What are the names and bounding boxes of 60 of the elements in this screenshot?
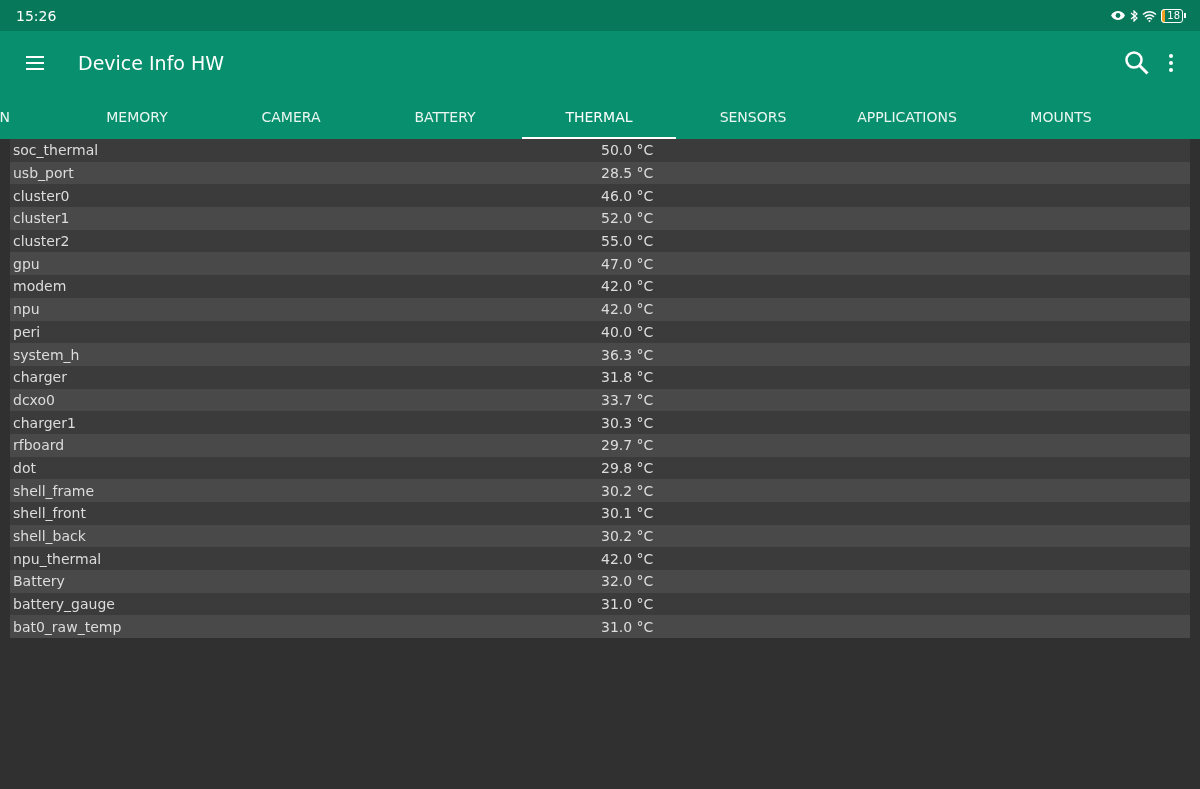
sensor-name: rfboard xyxy=(12,437,66,454)
temperature-value: 47.0 °C xyxy=(601,255,654,272)
temperature-value: 32.0 °C xyxy=(601,573,654,590)
search-button[interactable] xyxy=(1124,50,1150,76)
sensor-name: shell_front xyxy=(12,505,87,522)
sensor-name: npu_thermal xyxy=(12,550,103,567)
eye-icon xyxy=(1110,10,1127,21)
sensor-name: charger xyxy=(12,369,68,386)
temperature-value: 42.0 °C xyxy=(601,278,654,295)
temperature-value: 55.0 °C xyxy=(601,233,654,250)
tab[interactable]: SENSORS xyxy=(676,95,830,139)
bluetooth-icon xyxy=(1130,9,1139,22)
temperature-value: 42.0 °C xyxy=(601,301,654,318)
menu-button[interactable] xyxy=(24,54,46,72)
sensor-name: shell_frame xyxy=(12,482,96,499)
temperature-value: 46.0 °C xyxy=(601,187,654,204)
sensor-name: usb_port xyxy=(12,165,75,182)
temperature-value: 50.0 °C xyxy=(601,142,654,159)
temperature-value: 30.3 °C xyxy=(601,414,654,431)
temperature-value: 31.0 °C xyxy=(601,618,654,635)
sensor-name: dot xyxy=(12,459,37,476)
sensor-name: cluster1 xyxy=(12,210,71,227)
sensor-name: gpu xyxy=(12,255,41,272)
temperature-value: 30.1 °C xyxy=(601,505,654,522)
tab[interactable]: CAMERA xyxy=(214,95,368,139)
sensor-name: bat0_raw_temp xyxy=(12,618,123,635)
wifi-icon xyxy=(1142,9,1158,22)
temperature-value: 36.3 °C xyxy=(601,346,654,363)
temperature-value: 33.7 °C xyxy=(601,391,654,408)
sensor-name: npu xyxy=(12,301,41,318)
temperature-value: 31.0 °C xyxy=(601,596,654,613)
app-title: Device Info HW xyxy=(78,52,225,74)
temperature-value: 42.0 °C xyxy=(601,550,654,567)
sensor-name: cluster2 xyxy=(12,233,71,250)
sensor-name: Battery xyxy=(12,573,66,590)
sensor-name: battery_gauge xyxy=(12,596,116,613)
tab[interactable]: N xyxy=(0,95,60,139)
temperature-value: 28.5 °C xyxy=(601,165,654,182)
temperature-value: 30.2 °C xyxy=(601,528,654,545)
sensor-name: system_h xyxy=(12,346,81,363)
sensor-name: charger1 xyxy=(12,414,77,431)
temperature-value: 30.2 °C xyxy=(601,482,654,499)
tab[interactable]: BATTERY xyxy=(368,95,522,139)
sensor-name: peri xyxy=(12,323,42,340)
temperature-value: 40.0 °C xyxy=(601,323,654,340)
status-time: 15:26 xyxy=(16,7,57,24)
sensor-name: modem xyxy=(12,278,68,295)
sensor-name: shell_back xyxy=(12,528,87,545)
temperature-value: 29.8 °C xyxy=(601,459,654,476)
sensor-name: cluster0 xyxy=(12,187,71,204)
tab[interactable]: MEMORY xyxy=(60,95,214,139)
sensor-name: soc_thermal xyxy=(12,142,100,159)
tab[interactable]: MOUNTS xyxy=(984,95,1138,139)
battery-indicator: 18 xyxy=(1161,8,1186,23)
temperature-value: 52.0 °C xyxy=(601,210,654,227)
more-options-button[interactable] xyxy=(1168,53,1174,73)
temperature-value: 31.8 °C xyxy=(601,369,654,386)
temperature-value: 29.7 °C xyxy=(601,437,654,454)
sensor-name: dcxo0 xyxy=(12,391,56,408)
tab[interactable]: APPLICATIONS xyxy=(830,95,984,139)
